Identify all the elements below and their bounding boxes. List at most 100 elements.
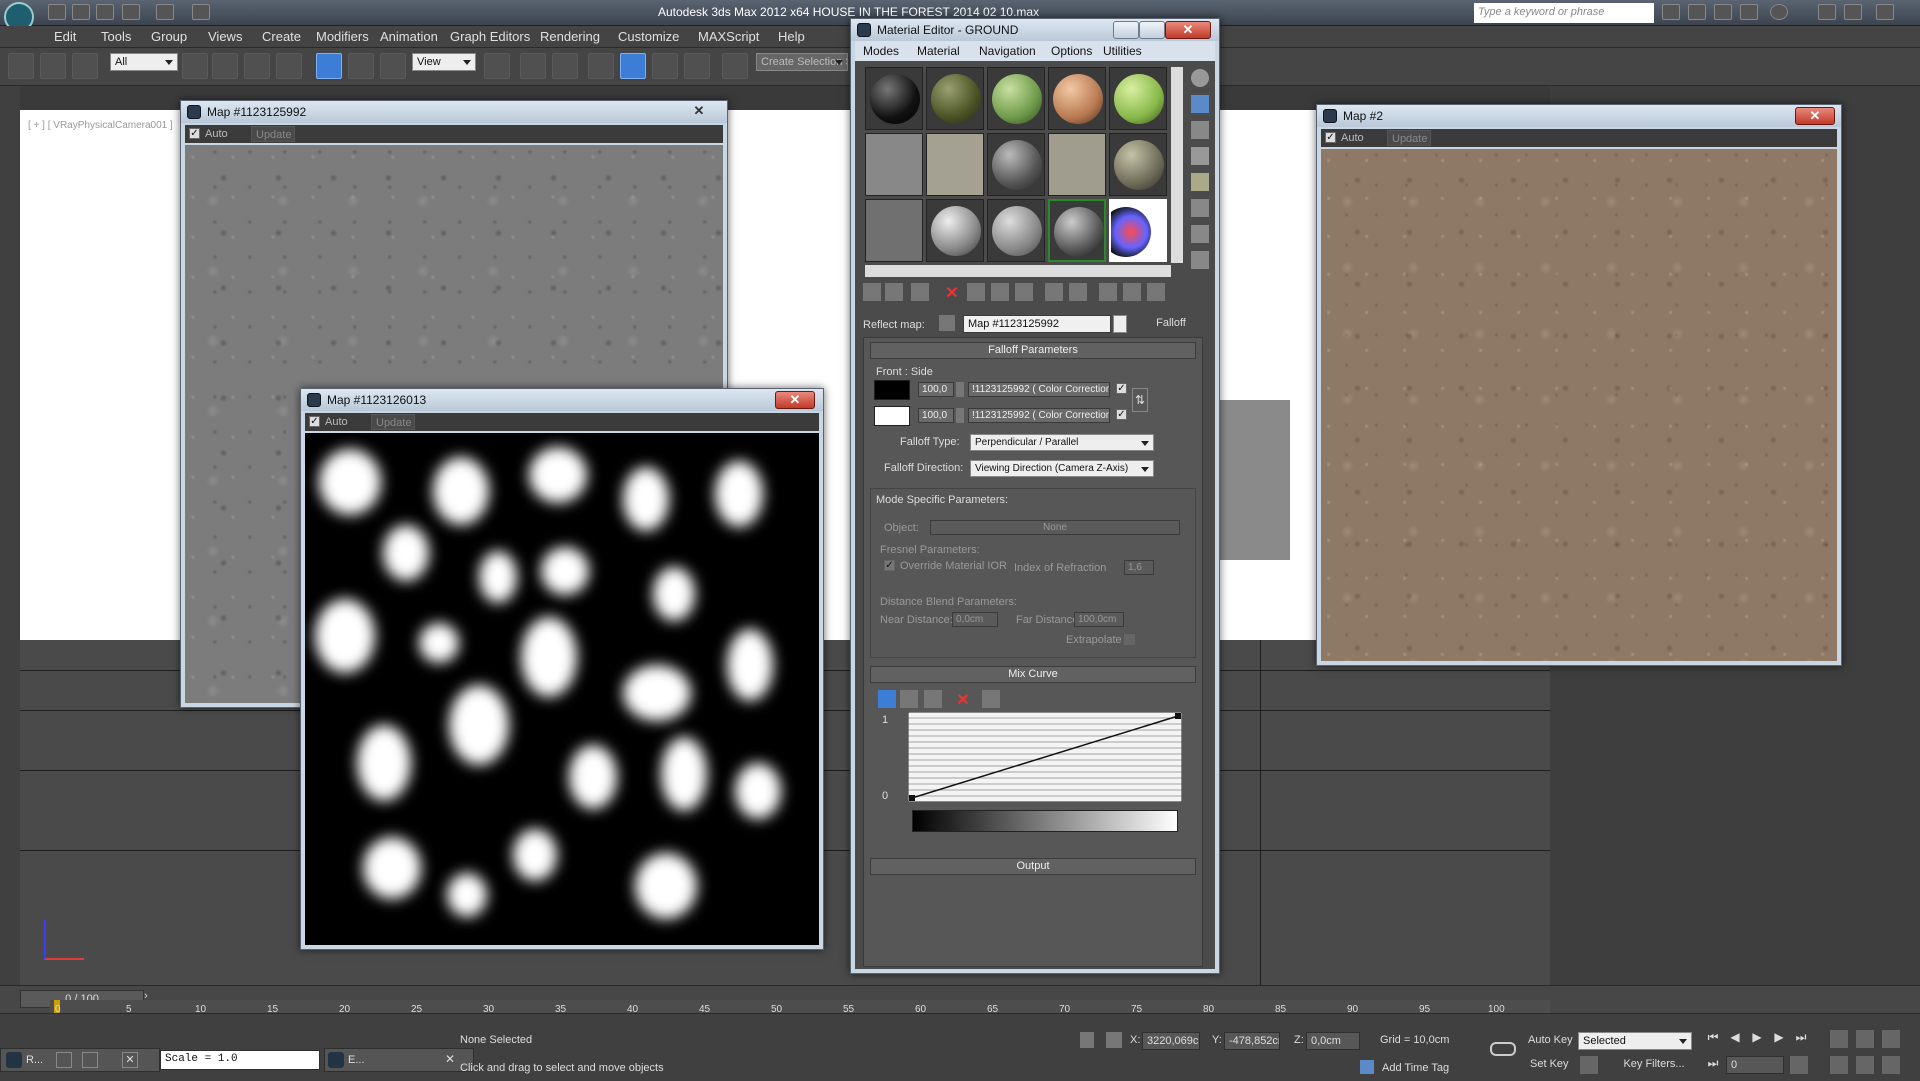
sample-slot[interactable] xyxy=(865,67,923,130)
pan-icon[interactable] xyxy=(1856,1056,1874,1074)
select-scale-icon[interactable] xyxy=(380,53,406,79)
material-editor-minimize-button[interactable] xyxy=(1113,21,1139,39)
backlight-icon[interactable] xyxy=(1191,95,1209,113)
map-window-2[interactable]: Map #1123126013 ✕ ✓ Auto Update xyxy=(300,388,824,950)
extrapolate-checkbox[interactable] xyxy=(1124,634,1135,645)
minimize-icon[interactable] xyxy=(1818,4,1836,20)
set-key-button[interactable]: Set Key xyxy=(1530,1058,1569,1070)
move-point-icon[interactable] xyxy=(878,690,896,708)
sample-slot[interactable] xyxy=(987,199,1045,262)
sample-type-icon[interactable] xyxy=(1191,69,1209,87)
zoom-all-icon[interactable] xyxy=(1856,1030,1874,1048)
select-by-name-icon[interactable] xyxy=(212,53,238,79)
map-window-3-close-button[interactable]: ✕ xyxy=(1795,107,1835,125)
prev-frame-icon[interactable]: ◀ xyxy=(1726,1030,1744,1046)
close-app-icon[interactable] xyxy=(1876,4,1894,20)
menu-help[interactable]: Help xyxy=(778,29,805,44)
keyboard-shortcut-icon[interactable] xyxy=(552,53,578,79)
create-selection-set-dropdown[interactable]: Create Selection Se xyxy=(756,53,848,71)
set-key-key-icon[interactable] xyxy=(1490,1042,1516,1056)
percent-snap-icon[interactable] xyxy=(652,53,678,79)
me-menu-material[interactable]: Material xyxy=(917,44,960,58)
save-file-icon[interactable] xyxy=(96,4,114,20)
side-color-swatch[interactable] xyxy=(874,406,910,426)
front-map-checkbox[interactable]: ✓ xyxy=(1116,383,1127,394)
time-tag-icon[interactable] xyxy=(1360,1060,1374,1074)
menu-views[interactable]: Views xyxy=(208,29,242,44)
material-id-icon[interactable] xyxy=(1045,283,1063,301)
menu-rendering[interactable]: Rendering xyxy=(540,29,600,44)
sample-slot[interactable] xyxy=(1048,199,1106,262)
menu-create[interactable]: Create xyxy=(262,29,301,44)
swap-colors-icon[interactable]: ⇅ xyxy=(1132,388,1148,412)
menu-customize[interactable]: Customize xyxy=(618,29,679,44)
new-file-icon[interactable] xyxy=(48,4,66,20)
x-coord-field[interactable]: 3220,069c xyxy=(1142,1032,1200,1050)
assign-to-selection-icon[interactable] xyxy=(911,283,929,301)
eyedropper-icon[interactable] xyxy=(939,315,955,331)
mix-curve-graph[interactable] xyxy=(908,712,1182,802)
menu-modifiers[interactable]: Modifiers xyxy=(316,29,369,44)
zoom-icon[interactable] xyxy=(1830,1030,1848,1048)
output-rollout[interactable]: Output xyxy=(870,858,1196,875)
sample-slot[interactable] xyxy=(865,133,923,196)
menu-maxscript[interactable]: MAXScript xyxy=(698,29,759,44)
open-file-icon[interactable] xyxy=(72,4,90,20)
taskbar-close-icon[interactable]: ✕ xyxy=(122,1052,138,1068)
select-object-icon[interactable] xyxy=(182,53,208,79)
pivot-center-icon[interactable] xyxy=(484,53,510,79)
map-window-1-close-button[interactable]: ✕ xyxy=(679,103,719,121)
angle-snap-icon[interactable] xyxy=(620,53,646,79)
goto-end-icon[interactable]: ⏭ xyxy=(1792,1030,1810,1046)
go-forward-sibling-icon[interactable] xyxy=(1147,283,1165,301)
override-ior-checkbox[interactable]: ✓ xyxy=(884,560,895,571)
fov-icon[interactable] xyxy=(1830,1056,1848,1074)
help-icon[interactable] xyxy=(1770,4,1788,20)
search-input[interactable]: Type a keyword or phrase xyxy=(1474,3,1654,23)
project-icon[interactable] xyxy=(192,4,210,20)
time-config-icon[interactable] xyxy=(1790,1056,1808,1074)
material-editor-window[interactable]: Material Editor - GROUND ✕ Modes Materia… xyxy=(850,18,1220,974)
orbit-icon[interactable] xyxy=(1882,1030,1900,1048)
map-window-2-update-button[interactable]: Update xyxy=(371,414,415,430)
key-filters-button[interactable]: Key Filters... xyxy=(1614,1058,1694,1070)
sample-slot[interactable] xyxy=(1048,67,1106,130)
goto-start-icon[interactable]: ⏮ xyxy=(1704,1030,1722,1046)
background-icon[interactable] xyxy=(1191,121,1209,139)
options-icon[interactable] xyxy=(1191,225,1209,243)
lock-selection-icon[interactable] xyxy=(1080,1032,1094,1048)
spinner-snap-icon[interactable] xyxy=(684,53,710,79)
window-crossing-icon[interactable] xyxy=(276,53,302,79)
put-to-scene-icon[interactable] xyxy=(885,283,903,301)
side-amount-field[interactable]: 100,0 xyxy=(918,408,954,423)
favorites-icon[interactable] xyxy=(1740,4,1758,20)
slot-scrollbar-v[interactable] xyxy=(1171,67,1183,263)
me-menu-utilities[interactable]: Utilities xyxy=(1103,44,1142,58)
menu-edit[interactable]: Edit xyxy=(54,29,76,44)
undo-icon[interactable] xyxy=(122,4,140,20)
map-window-1-update-button[interactable]: Update xyxy=(251,126,295,142)
sample-slot[interactable] xyxy=(987,67,1045,130)
object-picker-button[interactable]: None xyxy=(930,520,1180,535)
play-icon[interactable]: ▶ xyxy=(1748,1030,1766,1046)
mix-curve-rollout[interactable]: Mix Curve xyxy=(870,666,1196,683)
reset-map-icon[interactable]: ✕ xyxy=(943,283,961,302)
snaps-toggle-icon[interactable] xyxy=(588,53,614,79)
ior-field[interactable]: 1,6 xyxy=(1124,560,1154,575)
tools-icon[interactable] xyxy=(1688,4,1706,20)
maximize-viewport-icon[interactable] xyxy=(1882,1056,1900,1074)
sample-slot[interactable] xyxy=(926,67,984,130)
video-color-check-icon[interactable] xyxy=(1191,173,1209,191)
scale-point-icon[interactable] xyxy=(900,690,918,708)
front-map-button[interactable]: !1123125992 ( Color Correction ) xyxy=(968,382,1110,397)
side-map-button[interactable]: !1123125992 ( Color Correction ) xyxy=(968,408,1110,423)
maximize-icon[interactable] xyxy=(1844,4,1862,20)
sample-slot-active[interactable] xyxy=(1109,199,1167,262)
binoculars-icon[interactable] xyxy=(1662,4,1680,20)
select-manipulate-icon[interactable] xyxy=(520,53,546,79)
go-to-parent-icon[interactable] xyxy=(1123,283,1141,301)
map-window-3-auto-checkbox[interactable]: ✓ xyxy=(1325,132,1336,143)
ref-coord-dropdown[interactable]: View xyxy=(412,53,476,71)
get-material-icon[interactable] xyxy=(863,283,881,301)
taskbar-e-close-icon[interactable]: ✕ xyxy=(442,1052,458,1068)
